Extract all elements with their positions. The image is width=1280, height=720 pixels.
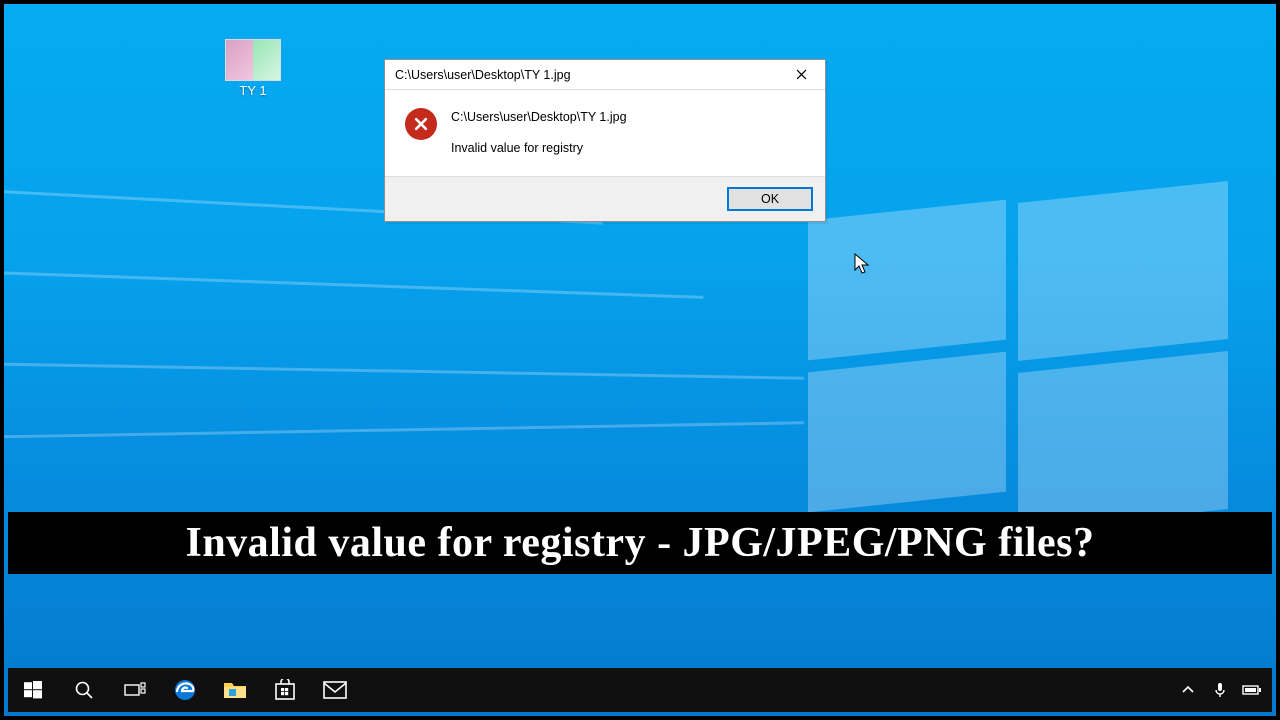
ok-button[interactable]: OK (727, 187, 813, 211)
image-thumbnail-icon (225, 39, 281, 81)
windows-start-icon (24, 681, 42, 699)
windows-logo-wallpaper (808, 210, 1228, 510)
tray-battery[interactable] (1236, 684, 1268, 696)
light-beam (4, 421, 804, 447)
desktop-icon-label: TY 1 (214, 83, 292, 98)
task-view-button[interactable] (110, 668, 160, 712)
tray-overflow-button[interactable] (1172, 684, 1204, 696)
microphone-icon (1214, 682, 1226, 698)
system-tray (1172, 668, 1272, 712)
taskbar-app-file-explorer[interactable] (210, 668, 260, 712)
taskbar-app-store[interactable] (260, 668, 310, 712)
search-icon (74, 680, 94, 700)
tray-microphone[interactable] (1204, 682, 1236, 698)
dialog-message: Invalid value for registry (451, 139, 627, 158)
dialog-title: C:\Users\user\Desktop\TY 1.jpg (395, 68, 779, 82)
task-view-icon (124, 682, 146, 698)
video-caption-overlay: Invalid value for registry - JPG/JPEG/PN… (8, 512, 1272, 574)
search-button[interactable] (58, 668, 110, 712)
store-icon (274, 679, 296, 701)
desktop[interactable]: TY 1 C:\Users\user\Desktop\TY 1.jpg C:\U… (4, 4, 1276, 716)
mail-icon (323, 681, 347, 699)
dialog-heading: C:\Users\user\Desktop\TY 1.jpg (451, 108, 627, 127)
desktop-file-icon[interactable]: TY 1 (214, 39, 292, 98)
ok-button-label: OK (761, 192, 779, 206)
caption-text: Invalid value for registry - JPG/JPEG/PN… (185, 519, 1094, 567)
taskbar (8, 668, 1272, 712)
edge-icon (173, 678, 197, 702)
taskbar-app-mail[interactable] (310, 668, 360, 712)
battery-icon (1242, 684, 1262, 696)
taskbar-app-edge[interactable] (160, 668, 210, 712)
dialog-footer: OK (385, 176, 825, 221)
error-icon (405, 108, 437, 140)
screen-frame: TY 1 C:\Users\user\Desktop\TY 1.jpg C:\U… (0, 0, 1280, 720)
folder-icon (223, 680, 247, 700)
dialog-text: C:\Users\user\Desktop\TY 1.jpg Invalid v… (451, 108, 627, 158)
start-button[interactable] (8, 668, 58, 712)
dialog-titlebar[interactable]: C:\Users\user\Desktop\TY 1.jpg (385, 60, 825, 90)
dialog-body: C:\Users\user\Desktop\TY 1.jpg Invalid v… (385, 90, 825, 176)
light-beam (4, 254, 703, 299)
taskbar-spacer (360, 668, 1172, 712)
chevron-up-icon (1182, 684, 1194, 696)
error-dialog: C:\Users\user\Desktop\TY 1.jpg C:\Users\… (384, 59, 826, 222)
light-beam (4, 354, 804, 380)
close-icon (796, 69, 807, 80)
close-button[interactable] (779, 61, 823, 89)
